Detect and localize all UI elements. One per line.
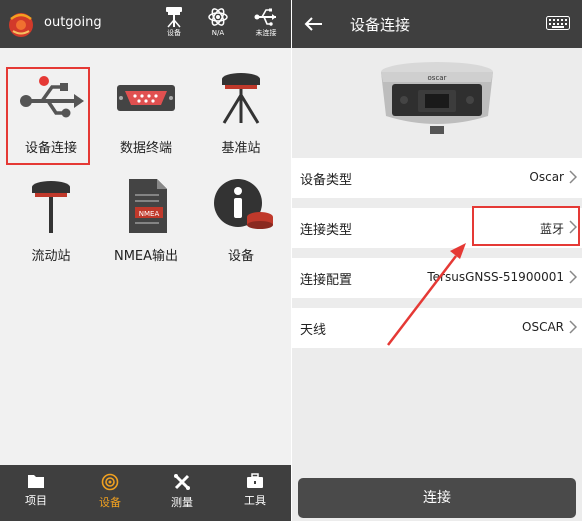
- keyboard-icon[interactable]: [546, 16, 570, 30]
- header-device-label: 设备: [167, 29, 181, 37]
- toolbox-icon: [247, 473, 263, 488]
- measure-icon: [174, 474, 190, 490]
- row-value: Oscar: [529, 170, 564, 184]
- nav-project[interactable]: 项目: [0, 465, 72, 521]
- chevron-right-icon: [569, 320, 577, 334]
- menu-device-info[interactable]: 设备: [196, 175, 286, 275]
- header-device-status[interactable]: 设备: [156, 6, 192, 46]
- bottom-nav: 项目 设备 测量 工具: [0, 465, 291, 521]
- header-connection-status[interactable]: 未连接: [248, 6, 284, 46]
- row-label: 连接配置: [300, 273, 353, 288]
- nav-device[interactable]: 设备: [74, 465, 146, 521]
- gnss-receiver-image: oscar: [381, 62, 493, 134]
- row-value: TersusGNSS-51900001: [427, 270, 564, 284]
- connect-button[interactable]: 连接: [298, 478, 576, 518]
- row-label: 天线: [300, 323, 327, 338]
- menu-label: NMEA输出: [113, 249, 179, 264]
- top-bar: 设备连接: [292, 0, 582, 48]
- header-satellite-status[interactable]: N/A: [200, 6, 236, 46]
- device-info-icon: [214, 179, 273, 229]
- menu-label: 数据终端: [119, 141, 172, 156]
- header-satellite-label: N/A: [211, 29, 225, 37]
- header-connection-label: 未连接: [255, 29, 277, 37]
- row-label: 连接类型: [300, 223, 353, 238]
- row-label: 设备类型: [300, 173, 353, 188]
- chevron-right-icon: [569, 270, 577, 284]
- nav-label: 测量: [171, 496, 193, 509]
- app-logo-icon[interactable]: [6, 9, 36, 39]
- nav-label: 项目: [25, 494, 47, 507]
- menu-rover[interactable]: 流动站: [6, 175, 96, 275]
- highlight-box: [472, 206, 580, 246]
- project-name[interactable]: outgoing: [44, 15, 102, 30]
- menu-label: 设备: [227, 249, 254, 264]
- top-bar: outgoing 设备 N/A 未连接: [0, 0, 291, 48]
- rover-icon: [32, 181, 70, 233]
- nav-label: 设备: [99, 496, 121, 509]
- back-arrow-icon[interactable]: [302, 13, 326, 35]
- gnss-receiver-icon: [166, 7, 182, 28]
- row-connection-config[interactable]: 连接配置 TersusGNSS-51900001: [292, 258, 582, 298]
- folder-icon: [28, 475, 44, 488]
- nav-label: 工具: [244, 494, 266, 507]
- satellite-atom-icon: [208, 8, 228, 26]
- serial-port-icon: [117, 85, 175, 111]
- base-station-icon: [222, 73, 260, 124]
- menu-label: 基准站: [221, 141, 261, 156]
- nmea-file-icon: NMEA: [129, 179, 167, 233]
- usb-icon: [254, 8, 276, 26]
- page-title: 设备连接: [350, 16, 411, 34]
- row-antenna[interactable]: 天线 OSCAR: [292, 308, 582, 348]
- main-menu-screen: outgoing 设备 N/A 未连接 设备连接 数据终端 基准站 流动站 NM…: [0, 0, 291, 521]
- device-icon: [101, 473, 119, 491]
- nmea-badge: NMEA: [139, 210, 160, 218]
- device-connect-screen: 设备连接 oscar 设备类型 Oscar 连接类型 蓝牙 连接配置 Tersu…: [292, 0, 582, 521]
- menu-nmea-output[interactable]: NMEA NMEA输出: [101, 175, 191, 275]
- chevron-right-icon: [569, 170, 577, 184]
- highlight-box: [6, 67, 90, 165]
- menu-data-terminal[interactable]: 数据终端: [101, 67, 191, 167]
- nav-tools[interactable]: 工具: [219, 465, 291, 521]
- nav-measure[interactable]: 测量: [146, 465, 218, 521]
- menu-base-station[interactable]: 基准站: [196, 67, 286, 167]
- device-brand-label: oscar: [428, 74, 447, 82]
- menu-label: 流动站: [31, 249, 71, 264]
- row-device-type[interactable]: 设备类型 Oscar: [292, 158, 582, 198]
- row-value: OSCAR: [522, 320, 564, 334]
